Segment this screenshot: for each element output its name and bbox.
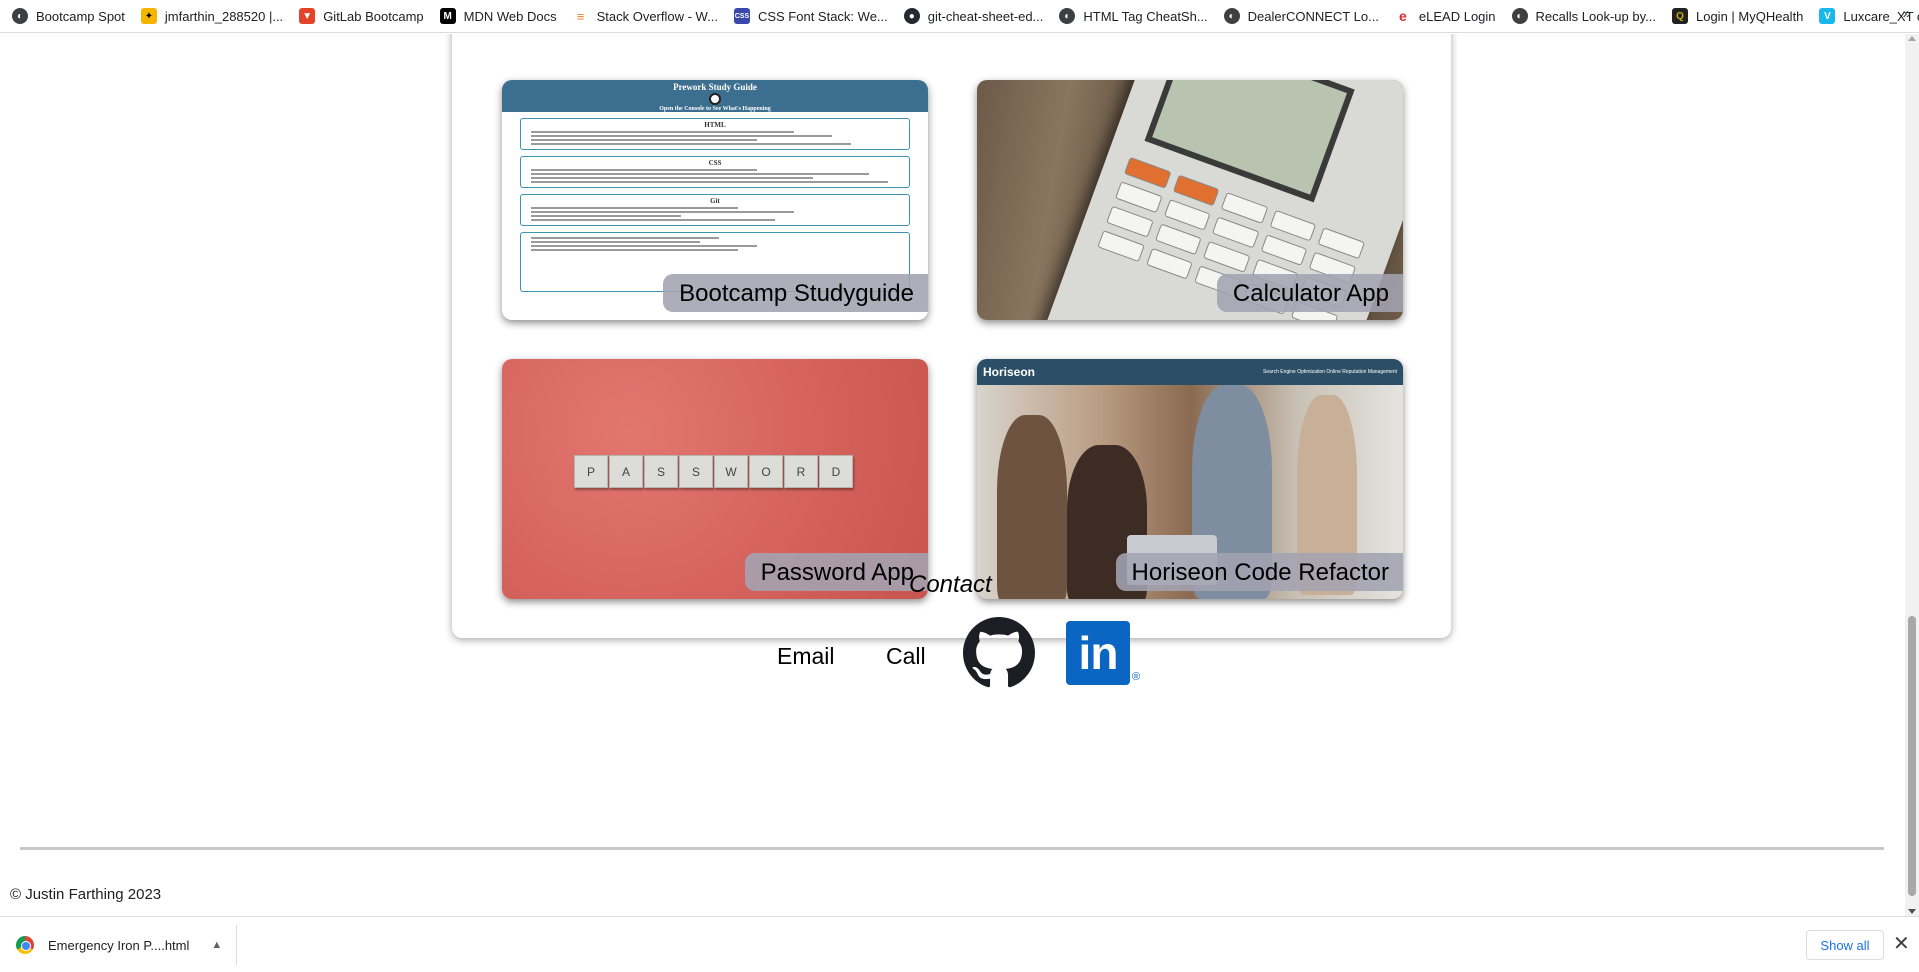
studyguide-thumb-subtitle: Open the Console to See What's Happening [659,106,771,112]
page-viewport: Prework Study Guide Open the Console to … [0,34,1905,916]
globe-icon: ◐ [1511,8,1528,24]
bookmark-label: DealerCONNECT Lo... [1247,8,1379,24]
mdn-icon: M [439,8,456,24]
bookmark-label: GitLab Bootcamp [323,8,424,24]
contact-heading: Contact [909,571,992,598]
password-tile: P [574,455,608,488]
download-bar: Emergency Iron P....html ▲ Show all ✕ [0,916,1919,972]
bookmark-git-cheat-sheet[interactable]: ● git-cheat-sheet-ed... [903,3,1044,29]
studyguide-thumb-header: Prework Study Guide Open the Console to … [502,80,928,112]
bookmark-label: CSS Font Stack: We... [757,8,888,24]
bookmark-label: Login | MyQHealth [1695,8,1804,24]
bookmark-label: MDN Web Docs [463,8,557,24]
project-label: Calculator App [1216,274,1403,312]
stackoverflow-icon: ≡ [572,8,589,24]
cssfontstack-icon: CSS [733,8,750,24]
linkedin-registered-mark: ® [1132,671,1141,683]
globe-icon: ◐ [1059,8,1076,24]
studyguide-thumb-section: HTML [520,118,910,150]
password-tiles-image: P A S S W O R D [574,455,854,488]
horiseon-thumb-nav: Horiseon Search Engine Optimization Onli… [977,359,1403,385]
password-tile: S [679,455,713,488]
project-card-calculator[interactable]: Calculator App [977,80,1403,320]
linkedin-icon[interactable]: in [1066,621,1130,685]
bookmark-label: git-cheat-sheet-ed... [927,8,1044,24]
password-tile: W [714,455,748,488]
project-label: Horiseon Code Refactor [1115,553,1403,591]
bookmark-html-tag-cheatsheet[interactable]: ◐ HTML Tag CheatSh... [1059,3,1208,29]
scroll-down-arrow-icon[interactable] [1908,909,1916,914]
studyguide-section-title: HTML [704,121,726,129]
download-file-name: Emergency Iron P....html [48,937,190,953]
chevron-up-icon[interactable]: ▲ [211,939,222,951]
studyguide-section-title: CSS [708,159,722,167]
myqhealth-icon: Q [1671,8,1688,24]
bookmarks-overflow-icon[interactable]: » [1903,5,1911,22]
bookmark-myqhealth[interactable]: Q Login | MyQHealth [1671,3,1804,29]
project-label: Password App [744,553,928,591]
download-item[interactable]: Emergency Iron P....html ▲ [16,929,222,961]
vimeo-icon: V [1819,8,1836,24]
footer-divider [20,847,1884,850]
bookmark-css-font-stack[interactable]: CSS CSS Font Stack: We... [733,3,888,29]
email-link[interactable]: Email [777,643,835,670]
studyguide-thumb-section: Git [520,194,910,226]
download-separator [236,925,237,965]
vertical-scrollbar[interactable] [1905,34,1919,916]
bookmarks-bar: ◐ Bootcamp Spot ✦ jmfarthin_288520 |... … [0,0,1919,33]
github-icon[interactable] [963,617,1035,689]
project-card-horiseon[interactable]: Horiseon Search Engine Optimization Onli… [977,359,1403,599]
globe-icon: ◐ [1223,8,1240,24]
bookmark-label: Bootcamp Spot [36,8,125,24]
studyguide-section-title: Git [710,197,720,205]
project-label: Bootcamp Studyguide [663,274,928,312]
bookmark-label: jmfarthin_288520 |... [164,8,284,24]
bookmark-elead[interactable]: e eLEAD Login [1394,3,1496,29]
bookmark-label: HTML Tag CheatSh... [1083,8,1208,24]
password-tile: S [644,455,678,488]
bookmark-label: eLEAD Login [1418,8,1496,24]
password-tile: D [819,455,853,488]
globe-icon: ◐ [12,8,28,24]
horiseon-thumb-brand: Horiseon [983,365,1036,379]
horiseon-thumb-links: Search Engine Optimization Online Reputa… [1263,369,1397,375]
chrome-icon [16,936,34,954]
gitlab-icon: ▼ [299,8,316,24]
bookmark-label: Stack Overflow - W... [596,8,718,24]
scroll-thumb[interactable] [1908,616,1916,896]
elead-icon: e [1394,8,1411,24]
password-tile: O [749,455,783,488]
bookmark-mdn[interactable]: M MDN Web Docs [439,3,557,29]
bookmark-stackoverflow[interactable]: ≡ Stack Overflow - W... [572,3,718,29]
project-card-studyguide[interactable]: Prework Study Guide Open the Console to … [502,80,928,320]
project-card-password[interactable]: P A S S W O R D Password App [502,359,928,599]
close-icon[interactable]: ✕ [1893,931,1910,956]
bookmark-jmfarthin[interactable]: ✦ jmfarthin_288520 |... [140,3,284,29]
bookmark-label: Recalls Look-up by... [1535,8,1656,24]
copyright-text: © Justin Farthing 2023 [10,886,162,903]
bee-icon: ✦ [140,8,157,24]
call-link[interactable]: Call [886,643,926,670]
bookmark-dealerconnect[interactable]: ◐ DealerCONNECT Lo... [1223,3,1379,29]
bookmark-recalls[interactable]: ◐ Recalls Look-up by... [1511,3,1656,29]
show-all-button[interactable]: Show all [1806,930,1884,960]
github-icon [709,93,721,105]
scroll-up-arrow-icon[interactable] [1908,36,1916,41]
studyguide-thumb-section: CSS [520,156,910,188]
github-icon: ● [903,8,920,24]
password-tile: R [784,455,818,488]
studyguide-thumb-title: Prework Study Guide [673,82,757,92]
bookmark-gitlab[interactable]: ▼ GitLab Bootcamp [299,3,424,29]
password-tile: A [609,455,643,488]
bookmark-bootcamp-spot[interactable]: ◐ Bootcamp Spot [12,3,125,29]
